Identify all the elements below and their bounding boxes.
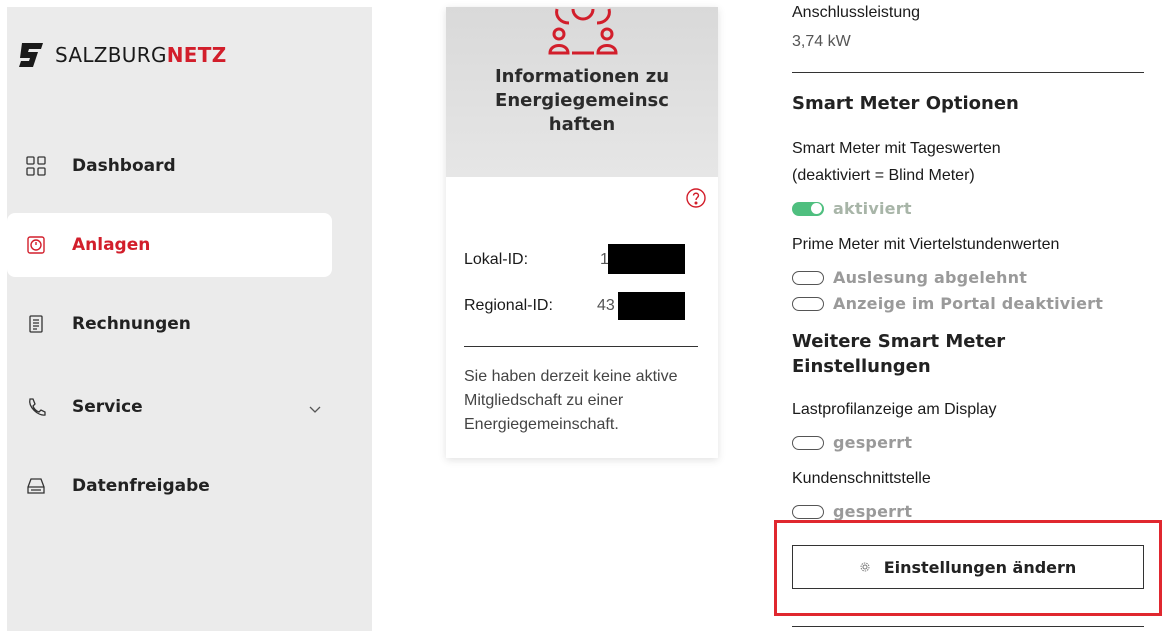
sidebar-item-label: Rechnungen [72,314,191,334]
sidebar-item-dashboard[interactable]: Dashboard [7,134,332,198]
smart-meter-heading: Smart Meter Optionen [792,93,1019,114]
auslesung-toggle[interactable]: Auslesung abgelehnt [792,268,1027,287]
toggle-label: Auslesung abgelehnt [833,268,1028,287]
kundenschnittstelle-toggle[interactable]: gesperrt [792,502,912,521]
help-icon[interactable] [685,187,707,214]
sidebar-item-label: Dashboard [72,156,176,176]
regional-id-value: 43 [597,297,615,314]
sidebar-item-label: Datenfreigabe [72,476,210,496]
tageswerte-label: Smart Meter mit Tageswerten [792,140,1001,157]
change-settings-button[interactable]: Einstellungen ändern [792,545,1144,589]
toggle-switch[interactable] [792,504,824,519]
logo-text-bold: NETZ [166,43,227,67]
sidebar-item-anlagen[interactable]: Anlagen [7,213,332,277]
kundenschnittstelle-label: Kundenschnittstelle [792,470,931,487]
sidebar: SALZBURGNETZ Dashboard Anlagen Rechnunge… [7,7,372,631]
regional-id-label: Regional-ID: [464,297,553,314]
tray-icon [25,475,47,497]
weitere-heading: Weitere Smart Meter [792,331,1006,352]
lastprofil-toggle[interactable]: gesperrt [792,433,912,452]
logo-icon [19,43,43,67]
logo[interactable]: SALZBURGNETZ [16,40,227,70]
energy-community-card: Informationen zu Energiegemeinsc haften … [446,7,718,458]
community-icon [548,8,618,55]
toggle-switch[interactable] [792,270,824,285]
tageswerte-toggle[interactable]: aktiviert [792,199,912,218]
toggle-switch[interactable] [792,201,824,216]
card-title: Informationen zu Energiegemeinsc haften [494,66,670,135]
toggle-switch[interactable] [792,296,824,311]
sidebar-item-datenfreigabe[interactable]: Datenfreigabe [7,454,332,518]
sidebar-item-rechnungen[interactable]: Rechnungen [7,292,332,356]
toggle-label: gesperrt [833,433,913,452]
card-banner: Informationen zu Energiegemeinsc haften [446,7,718,177]
divider [464,346,698,347]
redaction-box [618,292,685,320]
phone-icon [25,396,47,418]
toggle-switch[interactable] [792,435,824,450]
sidebar-item-service[interactable]: Service [7,375,332,439]
anschluss-value: 3,74 kW [792,33,851,50]
redaction-box [608,244,685,274]
toggle-label: Anzeige im Portal deaktiviert [833,294,1104,313]
toggle-label: aktiviert [833,199,912,218]
meter-icon [25,234,47,256]
page: SALZBURGNETZ Dashboard Anlagen Rechnunge… [0,0,1164,631]
prime-meter-label: Prime Meter mit Viertelstundenwerten [792,236,1060,253]
lokal-id-label: Lokal-ID: [464,251,529,268]
document-icon [25,313,47,335]
grid-icon [25,155,47,177]
logo-text: SALZBURGNETZ [55,43,227,67]
gear-icon [860,562,870,572]
tageswerte-sublabel: (deaktiviert = Blind Meter) [792,167,975,184]
lastprofil-label: Lastprofilanzeige am Display [792,401,997,418]
anschluss-label: Anschlussleistung [792,4,921,21]
portal-anzeige-toggle[interactable]: Anzeige im Portal deaktiviert [792,294,1103,313]
chevron-down-icon[interactable] [308,399,322,419]
weitere-heading-line2: Einstellungen [792,356,931,377]
logo-text-light: SALZBURG [55,43,167,67]
membership-note: Sie haben derzeit keine aktive Mitglieds… [464,368,678,433]
button-label: Einstellungen ändern [883,557,1077,577]
divider [792,626,1144,627]
sidebar-item-label: Anlagen [72,235,151,255]
toggle-label: gesperrt [833,502,913,521]
divider [792,72,1144,73]
sidebar-item-label: Service [72,397,143,417]
